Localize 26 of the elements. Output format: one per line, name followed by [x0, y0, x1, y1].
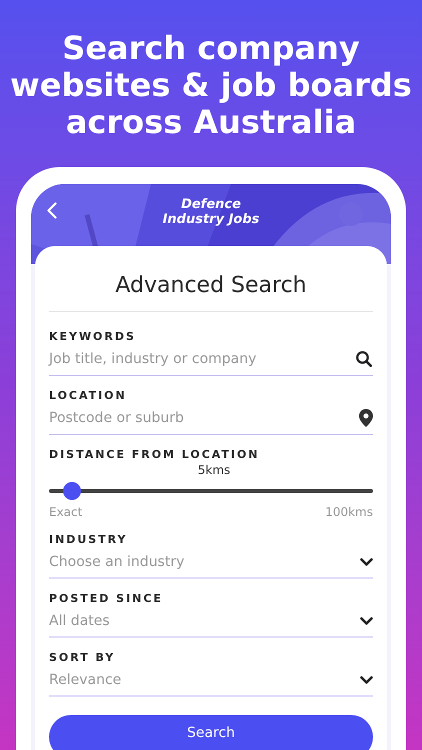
dropdown-field[interactable]: Relevance [49, 665, 373, 697]
app-logo: Defence Industry Jobs [162, 197, 260, 227]
min-label: Exact [49, 504, 82, 520]
back-icon[interactable] [47, 202, 57, 219]
field-label: LOCATION [49, 389, 128, 403]
field-label: POSTED SINCE [49, 592, 164, 606]
max-label: 100kms [325, 504, 373, 520]
field-label: DISTANCE FROM LOCATION [49, 448, 260, 462]
input-field[interactable]: Postcode or suburb [49, 403, 373, 435]
chevron-down-icon [360, 616, 373, 626]
headline: Search company websites & job boards across Australia [10, 30, 412, 141]
field-label: INDUSTRY [49, 533, 128, 547]
search-icon [355, 350, 373, 368]
distance-reading: 5kms [198, 462, 230, 478]
slider-thumb[interactable] [62, 482, 81, 500]
dropdown-field[interactable]: Choose an industry [49, 547, 373, 579]
dropdown-field[interactable]: All dates [49, 606, 373, 638]
field-label: SORT BY [49, 651, 116, 665]
search-button[interactable]: Search [49, 715, 373, 750]
chevron-down-icon [360, 558, 373, 566]
chevron-down-icon [360, 676, 373, 684]
distance-slider[interactable] [49, 482, 373, 500]
input-field[interactable]: Job title, industry or company [49, 344, 373, 376]
location-pin-icon [359, 409, 373, 427]
form-title: Advanced Search [114, 272, 308, 300]
field-label: KEYWORDS [49, 330, 137, 344]
